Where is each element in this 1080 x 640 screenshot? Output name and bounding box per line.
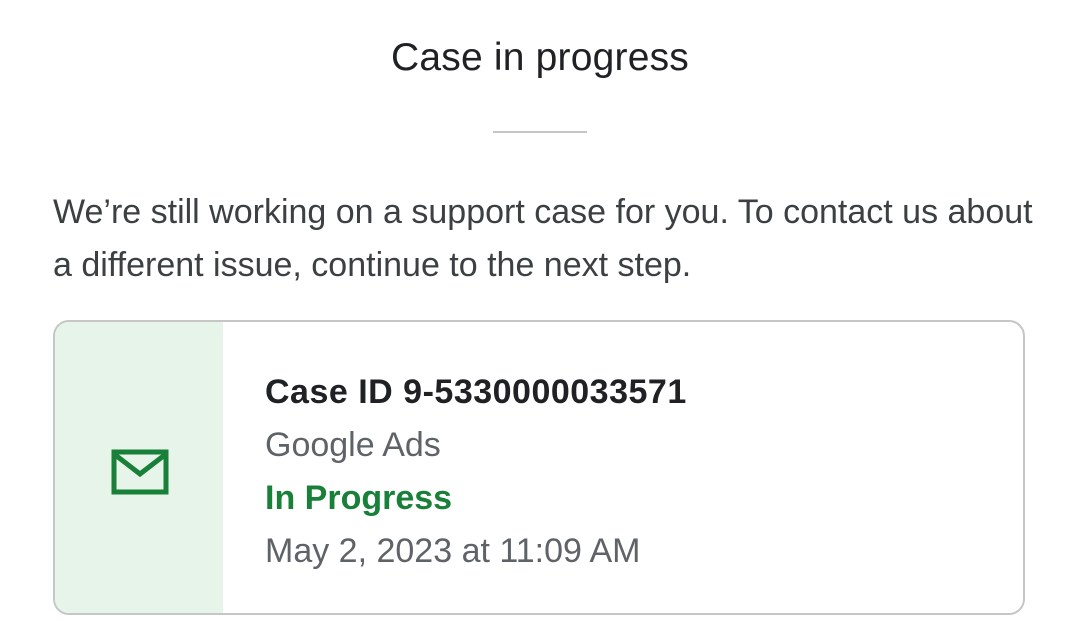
case-icon-panel <box>55 322 223 613</box>
title-divider <box>493 131 587 133</box>
dialog-title: Case in progress <box>390 36 689 79</box>
case-date: May 2, 2023 at 11:09 AM <box>265 532 641 570</box>
case-id: Case ID 9-5330000033571 <box>265 373 687 411</box>
mail-icon <box>111 449 169 495</box>
case-product: Google Ads <box>265 426 441 464</box>
dialog-description: We’re still working on a support case fo… <box>53 193 1033 284</box>
case-status: In Progress <box>265 479 453 517</box>
case-info: Case ID 9-5330000033571 Google Ads In Pr… <box>265 366 687 578</box>
case-card[interactable]: Case ID 9-5330000033571 Google Ads In Pr… <box>53 320 1025 615</box>
